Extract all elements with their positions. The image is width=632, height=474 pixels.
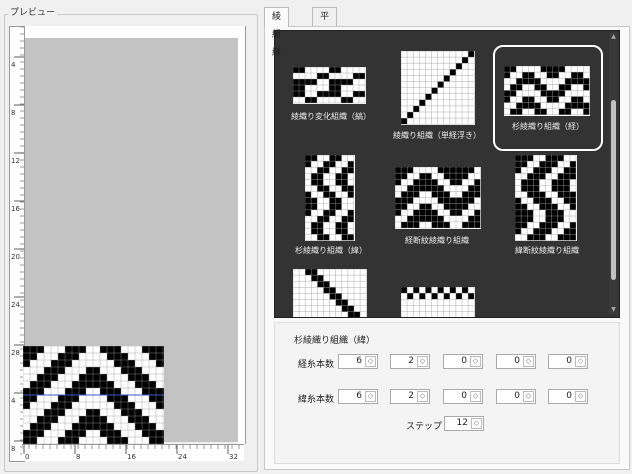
vertical-ruler-ticks: 4 8 12 16 20 24 28 4 8 [11,26,24,455]
weft-count-value: 0 [514,391,520,401]
twill-single-thumbnail [401,51,475,125]
twill-stripe-thumbnail [293,67,366,104]
up-down-spinner-icon[interactable]: ◇ [575,391,586,402]
preview-canvas-top [23,26,238,38]
up-down-spinner-icon[interactable]: ◇ [471,418,482,429]
scroll-down-icon[interactable]: ▼ [610,306,617,313]
scrollbar-thumb[interactable] [611,100,616,280]
gallery-item-warp-broken-twill[interactable]: 経断紋綾織り組織 [387,165,487,249]
weft-count-value: 0 [566,391,572,401]
svg-text:24: 24 [11,301,20,309]
svg-text:20: 20 [11,253,20,261]
gallery-item-8[interactable] [387,287,487,317]
svg-text:8: 8 [11,109,15,117]
step-stepper[interactable]: 12 ◇ [444,416,484,431]
svg-text:24: 24 [178,453,187,461]
gallery-item-caption: 杉綾織り組織（緯） [295,246,367,255]
gallery-item-twill-stripe[interactable]: 綾織り変化組織（縞） [283,65,379,125]
horizontal-ruler-ticks: 0 8 16 24 32 [21,445,240,461]
warp-count-stepper-2[interactable]: 2 ◇ [390,354,430,369]
scroll-up-icon[interactable]: ▲ [610,33,617,40]
up-down-spinner-icon[interactable]: ◇ [575,356,586,367]
gallery-item-herringbone-weft[interactable]: 杉綾織り組織（緯） [283,153,379,257]
warp-count-stepper-1[interactable]: 6 ◇ [338,354,378,369]
weft-count-stepper-1[interactable]: 6 ◇ [338,389,378,404]
warp-count-value: 6 [356,356,362,366]
up-down-spinner-icon[interactable]: ◇ [417,391,428,402]
warp-count-stepper-3[interactable]: 0 ◇ [443,354,483,369]
svg-text:4: 4 [11,397,16,405]
weft-broken-twill-thumbnail [515,155,577,241]
warp-count-value: 0 [514,356,520,366]
svg-text:0: 0 [25,453,29,461]
svg-text:4: 4 [11,61,16,69]
tab-plain[interactable]: 平組織 [312,7,338,58]
gallery-scrollbar[interactable]: ▲ ▼ [609,32,618,314]
selected-pattern-name: 杉綾織り組織（緯） [294,336,376,346]
tab-twill[interactable]: 綾組織 [264,7,290,58]
gallery-item-7[interactable] [283,269,379,317]
up-down-spinner-icon[interactable]: ◇ [365,391,376,402]
warp-count-value: 0 [461,356,467,366]
up-down-spinner-icon[interactable]: ◇ [365,356,376,367]
weft-count-stepper-4[interactable]: 0 ◇ [496,389,536,404]
svg-text:12: 12 [11,157,20,165]
herringbone-warp-thumbnail [504,66,590,116]
horizontal-ruler: 0 8 16 24 32 [21,444,244,461]
weft-count-stepper-3[interactable]: 0 ◇ [443,389,483,404]
svg-text:28: 28 [11,349,20,357]
warp-count-stepper-4[interactable]: 0 ◇ [496,354,536,369]
gallery-item-twill-single[interactable]: 綾織り組織（単経浮き） [387,51,487,143]
up-down-spinner-icon[interactable]: ◇ [470,356,481,367]
step-value: 12 [456,418,468,428]
warp-count-stepper-5[interactable]: 0 ◇ [548,354,588,369]
gallery-item-herringbone-warp[interactable]: 杉綾織り組織（経） [493,45,603,151]
gallery-item-caption: 経断紋綾織り組織 [405,236,469,245]
pattern-gallery: 綾織り変化組織（縞） 綾織り組織（単経浮き） 杉綾織り組織（経） 杉綾織り組織（… [274,30,620,318]
svg-text:32: 32 [229,453,238,461]
weft-count-label: 緯糸本数 [298,395,335,405]
up-down-spinner-icon[interactable]: ◇ [470,391,481,402]
twill-variant-thumbnail [293,269,367,317]
weft-count-value: 2 [408,391,414,401]
gallery-item-weft-broken-twill[interactable]: 緯断紋綾織り組織 [497,153,597,257]
up-down-spinner-icon[interactable]: ◇ [523,356,534,367]
svg-text:8: 8 [11,445,15,453]
svg-text:8: 8 [76,453,80,461]
gallery-item-caption: 綾織り組織（単経浮き） [393,131,481,140]
gallery-item-caption: 緯断紋綾織り組織 [515,246,579,255]
up-down-spinner-icon[interactable]: ◇ [417,356,428,367]
gallery-item-caption: 綾織り変化組織（縞） [291,112,371,121]
warp-count-value: 2 [408,356,414,366]
weft-count-value: 6 [356,391,362,401]
preview-title: プレビュー [8,5,58,18]
weave-preview-pattern[interactable] [23,346,164,444]
up-down-spinner-icon[interactable]: ◇ [523,391,534,402]
svg-text:16: 16 [127,453,136,461]
weft-count-stepper-5[interactable]: 0 ◇ [548,389,588,404]
svg-text:16: 16 [11,205,20,213]
warp-count-value: 0 [566,356,572,366]
herringbone-weft-thumbnail [305,155,355,241]
warp-count-label: 経糸本数 [298,360,335,370]
weft-count-stepper-2[interactable]: 2 ◇ [390,389,430,404]
twill-variant-thumbnail [401,287,475,317]
gallery-item-caption: 杉綾織り組織（経） [512,122,584,131]
warp-broken-twill-thumbnail [395,167,481,229]
weft-count-value: 0 [461,391,467,401]
preview-canvas-right [238,26,246,444]
